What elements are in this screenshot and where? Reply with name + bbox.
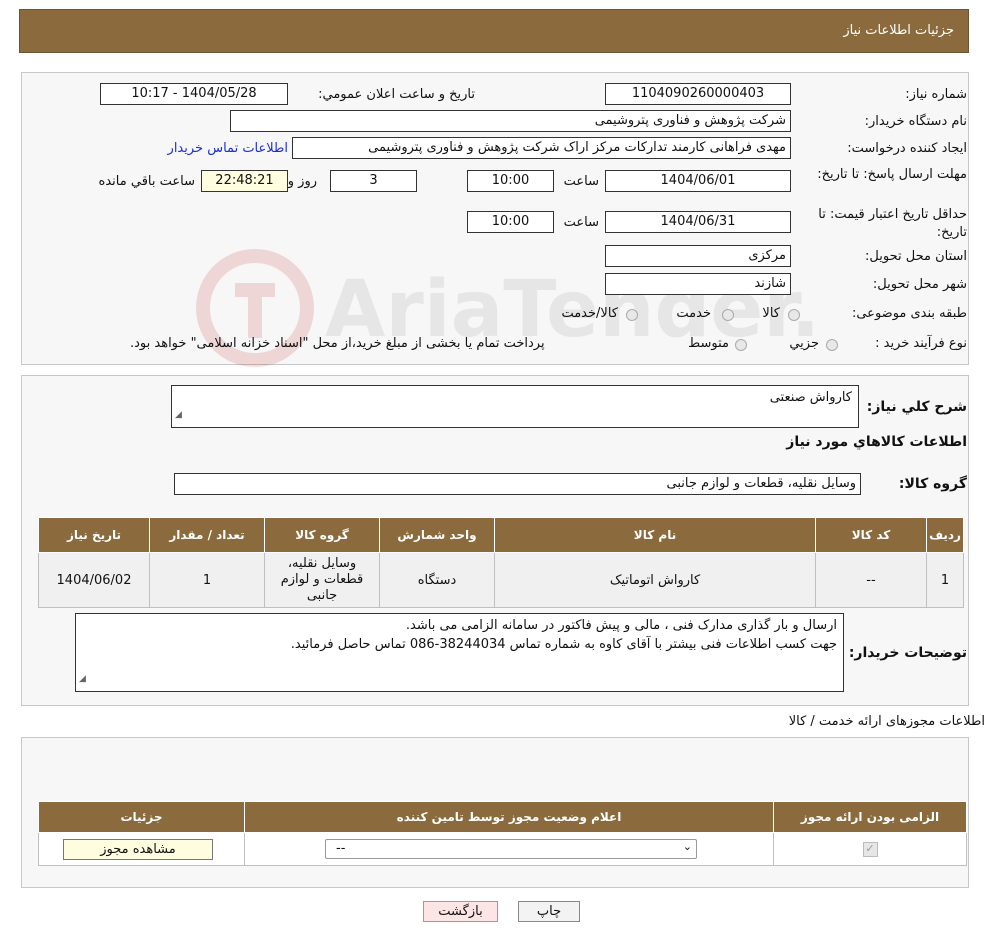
need-number-field: 1104090260000403 (605, 83, 791, 105)
license-status-cell: -- ⌄ (244, 832, 774, 866)
deadline-label: مهلت ارسال پاسخ: تا تاریخ: (817, 167, 967, 182)
col-license-status: اعلام وضعیت مجوز توسط تامین کننده (244, 801, 774, 833)
license-details-cell: مشاهده مجوز (38, 832, 245, 866)
view-license-button[interactable]: مشاهده مجوز (63, 838, 213, 860)
table-row: ✓ -- ⌄ مشاهده مجوز (38, 832, 967, 866)
cell-group: وسایل نقلیه، قطعات و لوازم جانبی (264, 552, 380, 608)
license-section-title: اطلاعات مجوزهای ارائه خدمت / کالا (788, 714, 985, 729)
cell-date: 1404/06/02 (38, 552, 150, 608)
chevron-down-icon: ⌄ (682, 840, 692, 853)
goods-group-field: وسایل نقلیه، قطعات و لوازم جانبی (174, 473, 861, 495)
buyer-contact-link[interactable]: اطلاعات تماس خریدار (168, 141, 288, 156)
select-value: -- (336, 841, 346, 856)
col-unit: واحد شمارش (379, 517, 495, 553)
page-header: جزئیات اطلاعات نیاز (19, 9, 969, 53)
license-required-cell: ✓ (773, 832, 967, 866)
category-goods-label: کالا (762, 306, 780, 321)
back-button[interactable]: بازگشت (423, 901, 498, 922)
goods-section-title: اطلاعات كالاهاي مورد نياز (786, 434, 967, 450)
col-license-details: جزئیات (38, 801, 245, 833)
validity-label: حداقل تاریخ اعتبار قیمت: تا تاریخ: (818, 207, 967, 240)
cell-name: کارواش اتوماتیک (494, 552, 816, 608)
validity-time-field: 10:00 (467, 211, 554, 233)
col-qty: تعداد / مقدار (149, 517, 265, 553)
city-label: شهر محل تحویل: (872, 277, 967, 292)
process-label: نوع فرآیند خرید : (875, 336, 967, 351)
announce-label: تاریخ و ساعت اعلان عمومي: (318, 87, 475, 102)
category-radio-goods-service[interactable] (626, 309, 638, 321)
resize-handle-icon[interactable]: ◢ (175, 406, 182, 425)
validity-time-label: ساعت (563, 215, 599, 230)
buyer-notes-field: ارسال و بار گذاری مدارک فنی ، مالی و پیش… (75, 613, 844, 692)
province-label: استان محل تحویل: (865, 249, 967, 264)
summary-label: شرح كلي نياز: (866, 399, 967, 415)
buyer-notes-line2: جهت کسب اطلاعات فنی بیشتر با آقای کاوه ب… (290, 637, 837, 652)
deadline-time-label: ساعت (563, 174, 599, 189)
cell-code: -- (815, 552, 927, 608)
print-button[interactable]: چاپ (518, 901, 580, 922)
category-goods-service-label: کالا/خدمت (561, 306, 618, 321)
table-row: 1 -- کارواش اتوماتیک دستگاه وسایل نقلیه،… (38, 552, 964, 608)
category-label: طبقه بندی موضوعی: (851, 306, 967, 321)
col-group: گروه کالا (264, 517, 380, 553)
treasury-note: پرداخت تمام یا بخشی از مبلغ خرید،از محل … (130, 336, 545, 351)
process-medium-label: متوسط (688, 336, 729, 351)
col-license-required: الزامی بودن ارائه مجوز (773, 801, 967, 833)
requester-label: ایجاد کننده درخواست: (847, 141, 967, 156)
col-name: نام کالا (494, 517, 816, 553)
license-table: الزامی بودن ارائه مجوز اعلام وضعیت مجوز … (38, 801, 967, 866)
summary-field: کارواش صنعتی ◢ (171, 385, 859, 428)
resize-handle-icon[interactable]: ◢ (79, 670, 86, 689)
goods-table-header: ردیف کد کالا نام کالا واحد شمارش گروه کا… (38, 517, 964, 553)
deadline-time-field: 10:00 (467, 170, 554, 192)
col-code: کد کالا (815, 517, 927, 553)
goods-table: ردیف کد کالا نام کالا واحد شمارش گروه کا… (38, 517, 964, 608)
days-remaining-field: 3 (330, 170, 417, 192)
category-radio-goods[interactable] (788, 309, 800, 321)
days-label: روز و (287, 174, 317, 189)
requester-field: مهدی فراهانی کارمند تدارکات مرکز اراک شر… (292, 137, 791, 159)
category-service-label: خدمت (676, 306, 711, 321)
page-title: جزئیات اطلاعات نیاز (843, 23, 954, 38)
city-field: شازند (605, 273, 791, 295)
summary-text: کارواش صنعتی (769, 390, 852, 405)
checkbox-checked-icon: ✓ (862, 842, 878, 857)
remaining-time-field: 22:48:21 (201, 170, 288, 192)
buyer-org-field: شرکت پژوهش و فناوری پتروشیمی (230, 110, 791, 132)
cell-unit: دستگاه (379, 552, 495, 608)
col-row: ردیف (926, 517, 964, 553)
buyer-notes-label: توضیحات خریدار: (848, 645, 967, 661)
validity-date-field: 1404/06/31 (605, 211, 791, 233)
license-table-header: الزامی بودن ارائه مجوز اعلام وضعیت مجوز … (38, 801, 967, 833)
col-date: تاریخ نیاز (38, 517, 150, 553)
cell-row: 1 (926, 552, 964, 608)
remaining-label: ساعت باقي مانده (98, 174, 195, 189)
process-radio-minor[interactable] (826, 339, 838, 351)
license-status-select[interactable]: -- ⌄ (325, 839, 697, 859)
need-number-label: شماره نیاز: (905, 87, 967, 102)
buyer-org-label: نام دستگاه خریدار: (864, 114, 967, 129)
cell-qty: 1 (149, 552, 265, 608)
province-field: مرکزی (605, 245, 791, 267)
deadline-date-field: 1404/06/01 (605, 170, 791, 192)
category-radio-service[interactable] (722, 309, 734, 321)
goods-group-label: گروه كالا: (898, 476, 967, 492)
process-minor-label: جزیي (789, 336, 819, 351)
process-radio-medium[interactable] (735, 339, 747, 351)
buyer-notes-line1: ارسال و بار گذاری مدارک فنی ، مالی و پیش… (405, 618, 837, 633)
announce-field: 1404/05/28 - 10:17 (100, 83, 288, 105)
